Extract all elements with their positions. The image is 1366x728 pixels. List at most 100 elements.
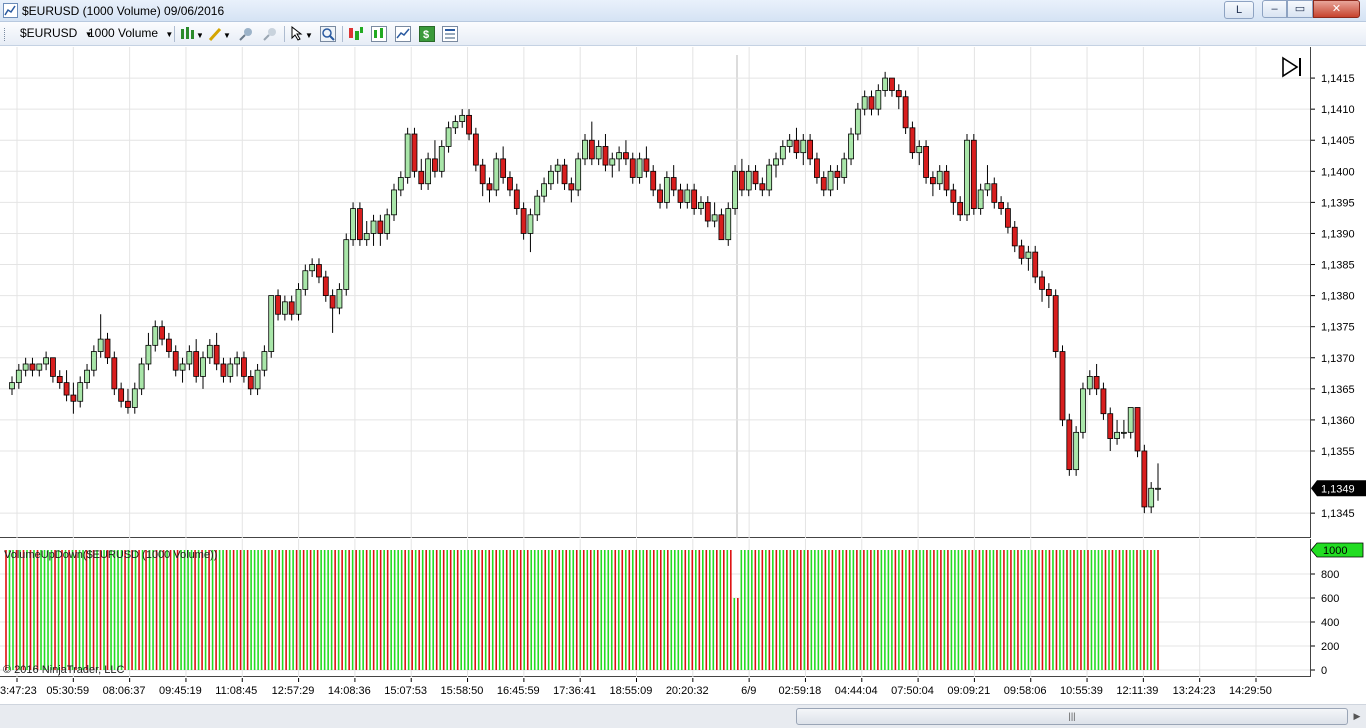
last-price-label: 1,1349 (1321, 483, 1355, 495)
goto-end-button[interactable] (1280, 55, 1304, 79)
candle-down (895, 90, 902, 98)
horizontal-scrollbar[interactable]: ||| ▶ (0, 704, 1366, 728)
candle-up (575, 158, 582, 191)
properties-icon[interactable] (442, 26, 458, 42)
candle-up (1148, 487, 1155, 508)
price-axis[interactable]: 1,1415 1,1410 1,1405 1,1400 1,1395 1,1390 1,13… (1310, 47, 1366, 538)
volume-axis[interactable]: 800 600 400 200 0 1000 (1310, 539, 1366, 677)
candle-down (329, 295, 336, 309)
candle-down (1005, 208, 1011, 228)
price-axis-label: 1,1360 (1321, 415, 1355, 427)
price-axis-label: 1,1365 (1321, 384, 1355, 396)
candle-down (1039, 276, 1045, 290)
interval-selector[interactable]: 1000 Volume ▼ (88, 26, 173, 40)
chart-style-icon[interactable]: ▼ (180, 26, 202, 42)
indicator-label[interactable]: VolumeUpDown($EURUSD (1000 Volume)) (4, 549, 217, 561)
volume-axis-label: 800 (1321, 569, 1339, 581)
close-button[interactable]: ✕ (1313, 0, 1360, 18)
money-icon[interactable]: $ (419, 26, 435, 42)
candle-down (500, 158, 507, 178)
candle-up (84, 369, 90, 384)
instrument-selector[interactable]: $EURUSD ▼ (20, 26, 93, 40)
candle-down (1066, 419, 1073, 471)
candle-up (397, 177, 404, 191)
candle-up (254, 369, 261, 390)
svg-text:▼: ▼ (305, 31, 313, 40)
scroll-right-arrow-icon[interactable]: ▶ (1350, 708, 1364, 725)
candle-down (172, 351, 179, 371)
candle-down (220, 363, 227, 377)
candle-down (629, 158, 636, 178)
candle-down (902, 96, 909, 129)
candle-down (909, 127, 916, 154)
indicators-icon[interactable] (371, 26, 387, 42)
volume-panel[interactable]: VolumeUpDown($EURUSD (1000 Volume)) © 20… (0, 539, 1310, 677)
link-button[interactable]: L (1224, 1, 1254, 19)
candle-down (752, 170, 759, 185)
time-axis-label: 17:36:41 (553, 685, 596, 697)
candle-down (247, 376, 254, 390)
candle-up (534, 195, 541, 216)
magnifier-icon[interactable] (320, 26, 336, 42)
candle-up (261, 351, 268, 371)
candle-down (970, 139, 977, 209)
candle-up (425, 158, 432, 185)
candle-up (452, 121, 459, 129)
time-axis-label: 3:47:23 (0, 685, 37, 697)
price-axis-label: 1,1410 (1321, 104, 1355, 116)
candle-down (807, 139, 814, 160)
maximize-button[interactable]: ▭ (1287, 0, 1313, 18)
candle-up (227, 363, 234, 377)
candle-up (684, 189, 691, 203)
candle-up (1114, 431, 1120, 439)
strategies-icon[interactable] (348, 26, 364, 42)
candle-down (118, 388, 125, 402)
candle-down (929, 177, 936, 185)
trend-lines-icon[interactable] (395, 26, 411, 42)
candle-down (1045, 288, 1052, 297)
time-axis[interactable]: 3:47:23 05:30:59 08:06:37 09:45:19 11:08:45 1… (0, 678, 1366, 704)
volume-axis-label: 600 (1321, 593, 1339, 605)
time-axis-label: 09:09:21 (947, 685, 990, 697)
interval-label: 1000 Volume (88, 26, 159, 40)
candle-up (179, 363, 186, 371)
zoom-in-icon[interactable] (238, 26, 254, 42)
window-title: $EURUSD (1000 Volume) 09/06/2016 (22, 4, 225, 18)
candle-up (616, 152, 623, 160)
candle-up (493, 158, 500, 191)
price-chart-svg (0, 47, 1310, 538)
candle-up (22, 363, 29, 371)
price-axis-label: 1,1395 (1321, 197, 1355, 209)
candle-up (841, 158, 848, 178)
scrollbar-thumb[interactable]: ||| (796, 708, 1348, 725)
candle-down (241, 357, 247, 377)
candle-down (377, 220, 384, 234)
chart-toolbar: $EURUSD ▼ 1000 Volume ▼ ▼ ▼ ▼ $ (0, 22, 1366, 46)
candle-up (1086, 376, 1093, 390)
time-axis-label: 15:58:50 (441, 685, 484, 697)
pencil-draw-icon[interactable]: ▼ (208, 26, 230, 42)
candle-up (234, 357, 241, 365)
candle-up (404, 133, 411, 178)
price-axis-label: 1,1355 (1321, 446, 1355, 458)
candle-down (466, 114, 472, 135)
zoom-out-icon[interactable] (262, 26, 278, 42)
candle-down (623, 152, 629, 160)
candle-down (356, 208, 363, 241)
cursor-select-icon[interactable]: ▼ (290, 26, 313, 42)
candle-up (350, 208, 356, 241)
candle-down (322, 276, 329, 297)
price-axis-label: 1,1390 (1321, 228, 1355, 240)
minimize-button[interactable]: – (1262, 0, 1287, 18)
volume-axis-label: 200 (1321, 641, 1339, 653)
candle-down (957, 201, 964, 216)
candle-up (145, 344, 152, 365)
candle-up (527, 214, 534, 234)
toolbar-grip[interactable] (4, 28, 7, 41)
candle-down (657, 189, 663, 203)
time-axis-label: 02:59:18 (778, 685, 821, 697)
candle-up (459, 114, 466, 122)
candle-up (663, 177, 670, 203)
candle-down (316, 264, 322, 278)
price-chart-panel[interactable] (0, 47, 1310, 538)
